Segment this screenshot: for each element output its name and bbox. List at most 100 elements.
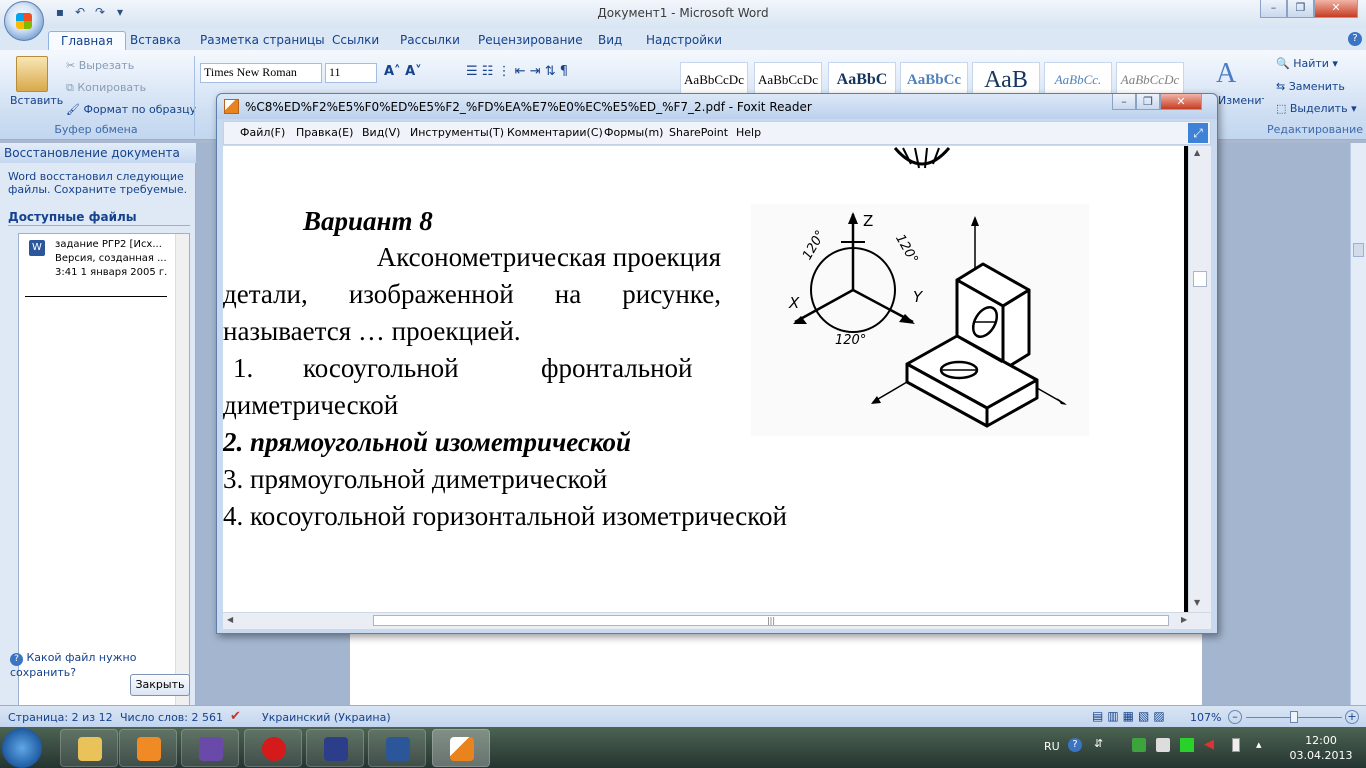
menu-file[interactable]: Файл(F) [240,126,285,139]
taskbar-foxit[interactable] [432,729,490,767]
help-icon: ? [10,653,23,666]
scroll-down-icon[interactable]: ▼ [1194,598,1200,607]
taskbar-app[interactable] [181,729,239,767]
pdf-horizontal-scrollbar[interactable]: ◀ ||| ▶ [223,612,1211,629]
copy-button[interactable]: ⧉ Копировать [66,81,146,95]
zoom-slider-thumb[interactable] [1290,711,1298,723]
menu-edit[interactable]: Правка(E) [296,126,353,139]
pdf-scroll-thumb[interactable] [1193,271,1207,287]
taskbar-media-player[interactable] [119,729,177,767]
tab-mailings[interactable]: Рассылки [388,31,472,50]
cut-button[interactable]: ✂ Вырезать [66,59,134,72]
tab-page-layout[interactable]: Разметка страницы [188,31,337,50]
clock[interactable]: 12:00 03.04.2013 [1286,733,1356,763]
font-name-input[interactable]: Times New Roman [200,63,322,83]
copy-label: Копировать [77,81,147,94]
scroll-up-icon[interactable]: ▲ [1194,148,1200,157]
format-painter-button[interactable]: 🖌 Формат по образцу [66,103,196,116]
tab-view[interactable]: Вид [586,31,634,50]
pdf-hscroll-thumb[interactable]: ||| [373,615,1169,626]
find-button[interactable]: 🔍 Найти ▾ [1276,57,1338,70]
change-styles-icon[interactable]: A [1216,58,1236,90]
tab-references[interactable]: Ссылки [320,31,391,50]
word-vertical-scrollbar[interactable] [1350,143,1366,705]
tray-security-icon[interactable] [1132,738,1146,752]
clock-date: 03.04.2013 [1289,749,1353,762]
tab-home[interactable]: Главная [48,31,126,50]
scroll-left-icon[interactable]: ◀ [227,615,233,624]
tray-flag-icon[interactable] [1156,738,1170,752]
list-icons[interactable]: ☰ ☷ ⋮ ⇤ ⇥ ⇅ ¶ [466,64,568,79]
isometric-figure: Z X Y 120° 120° 120° [751,204,1089,436]
scroll-right-icon[interactable]: ▶ [1181,615,1187,624]
tray-arrows-icon[interactable]: ⇵ [1094,737,1103,750]
start-button[interactable] [2,728,42,768]
list-separator [25,296,167,297]
language-bar[interactable]: RU [1044,740,1060,753]
page-indicator[interactable]: Страница: 2 из 12 [8,711,113,724]
answer-1-word-1: косоугольной [303,353,459,383]
answer-2-correct: 2. прямоугольной изометрической [223,427,632,457]
recovery-help-label: Какой файл нужно сохранить? [10,651,137,679]
grow-font-icon[interactable]: A˄ A˅ [384,64,422,79]
maximize-button[interactable]: ❐ [1287,0,1314,18]
tab-addins[interactable]: Надстройки [634,31,734,50]
tray-expand-icon[interactable]: ▴ [1256,738,1262,751]
menu-sharepoint[interactable]: SharePoint [669,126,728,139]
word-count[interactable]: Число слов: 2 561 [120,711,223,724]
scroll-thumb[interactable] [1353,243,1364,257]
recovery-file-item[interactable]: задание РГР2 [Исх... Версия, созданная .… [55,238,175,280]
paste-icon[interactable] [16,56,48,92]
tray-battery-icon[interactable] [1232,738,1240,752]
taskbar-word[interactable] [368,729,426,767]
select-button[interactable]: ⬚ Выделить ▾ [1276,102,1357,115]
format-painter-label: Формат по образцу [83,103,197,116]
help-icon[interactable]: ? [1348,32,1362,46]
taskbar-disk[interactable] [306,729,364,767]
answer-1-line-2: диметрической [223,390,399,420]
customize-icon[interactable]: ▾ [112,4,128,20]
redo-icon[interactable]: ↷ [92,4,108,20]
language-indicator[interactable]: Украинский (Украина) [262,711,391,724]
save-icon[interactable]: ▪ [52,4,68,20]
paste-button[interactable]: Вставить [10,94,63,107]
pdf-vertical-scrollbar[interactable]: ▲ ▼ [1188,146,1211,612]
menu-help[interactable]: Help [736,126,761,139]
font-size-input[interactable]: 11 [325,63,377,83]
menu-view[interactable]: Вид(V) [362,126,400,139]
spelling-icon[interactable]: ✔ [230,709,241,724]
tray-network-icon[interactable] [1180,738,1194,752]
foxit-close-button[interactable]: ✕ [1160,94,1202,110]
windows-taskbar: RU ? ⇵ ◀ ▴ 12:00 03.04.2013 [0,727,1366,768]
cut-label: Вырезать [78,59,135,72]
change-styles-button[interactable]: Изменить стили [1218,94,1264,107]
tray-volume-icon[interactable]: ◀ [1204,737,1214,752]
media-player-icon [137,737,161,761]
foxit-minimize-button[interactable]: – [1112,94,1136,110]
view-buttons-icon[interactable]: ▤▥▦▧▨ [1092,709,1169,723]
select-label: Выделить [1289,102,1348,115]
taskbar-opera[interactable] [244,729,302,767]
recovery-close-button[interactable]: Закрыть [130,674,190,696]
zoom-in-icon[interactable]: + [1345,710,1359,724]
folder-icon [78,737,102,761]
menu-tools[interactable]: Инструменты(T) [410,126,504,139]
tab-review[interactable]: Рецензирование [466,31,595,50]
word-document-page[interactable] [350,630,1202,706]
fullscreen-icon[interactable]: ⤢ [1188,123,1208,143]
zoom-out-icon[interactable]: – [1228,710,1242,724]
taskbar-explorer[interactable] [60,729,118,767]
undo-icon[interactable]: ↶ [72,4,88,20]
tab-insert[interactable]: Вставка [118,31,193,50]
replace-button[interactable]: ⇆ Заменить [1276,80,1345,93]
menu-forms[interactable]: Формы(m) [604,126,663,139]
tray-help-icon[interactable]: ? [1068,738,1082,752]
minimize-button[interactable]: – [1260,0,1287,18]
office-button[interactable] [4,1,44,41]
menu-comments[interactable]: Комментарии(C) [507,126,603,139]
close-button[interactable]: ✕ [1314,0,1358,18]
foxit-maximize-button[interactable]: ❐ [1136,94,1160,110]
answer-1-number: 1. [233,353,254,383]
zoom-level[interactable]: 107% [1190,711,1221,724]
pdf-page[interactable]: Вариант 8 Аксонометрическая проекция дет… [223,146,1188,612]
